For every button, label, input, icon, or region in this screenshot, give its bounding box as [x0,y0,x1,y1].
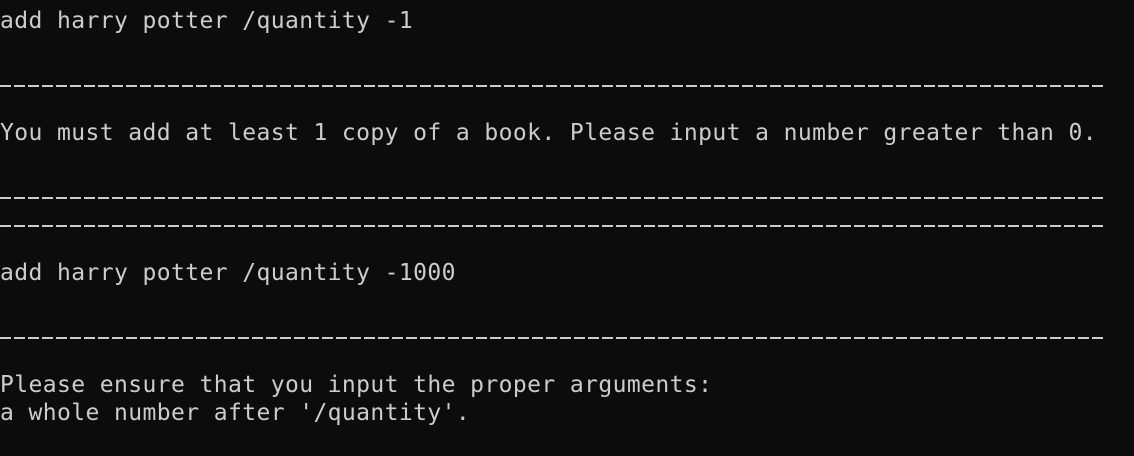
error-message-1: You must add at least 1 copy of a book. … [0,120,1098,146]
divider-line [0,197,1106,199]
terminal-window[interactable]: add harry potter /quantity -1 You must a… [0,0,1134,456]
command-line-1: add harry potter /quantity -1 [0,8,414,34]
divider-line [0,225,1106,227]
error-message-2-line-1: Please ensure that you input the proper … [0,372,713,398]
divider-line [0,85,1106,87]
error-message-2-line-2: a whole number after '/quantity'. [0,400,471,426]
divider-line [0,337,1106,339]
command-line-2: add harry potter /quantity -1000 [0,260,456,286]
